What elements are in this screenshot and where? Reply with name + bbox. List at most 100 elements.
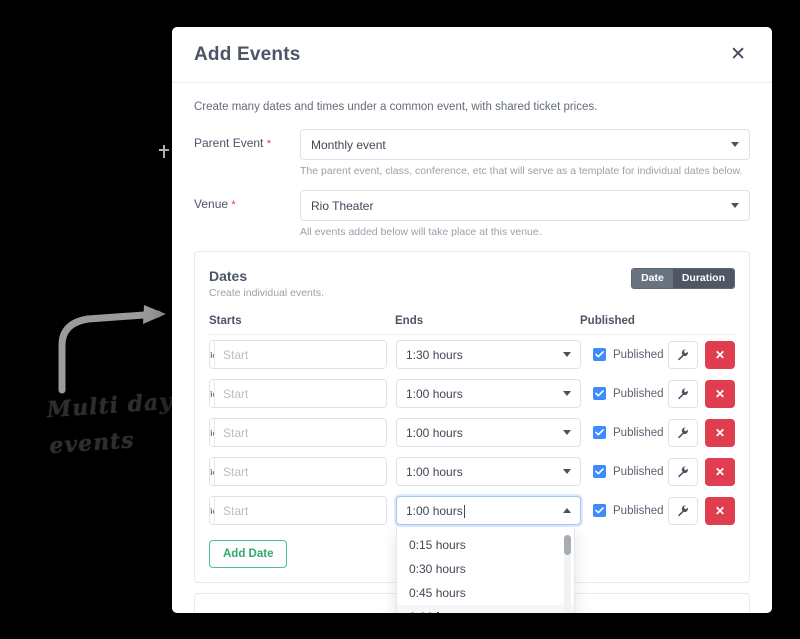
- table-row: Pacific Ti... 1:00 hours: [209, 491, 735, 613]
- dropdown-scrollbar[interactable]: [564, 535, 571, 613]
- start-field-group: Pacific Ti...: [209, 379, 387, 408]
- published-checkbox[interactable]: [593, 348, 606, 361]
- duration-value: 1:00 hours: [406, 386, 463, 401]
- parent-event-help: The parent event, class, conference, etc…: [300, 165, 743, 177]
- wrench-icon[interactable]: [668, 418, 698, 447]
- calendar-icon[interactable]: [386, 341, 387, 368]
- column-header-starts: Starts: [209, 315, 242, 327]
- start-input[interactable]: [215, 458, 386, 485]
- published-checkbox[interactable]: [593, 426, 606, 439]
- close-icon[interactable]: ✕: [726, 43, 750, 66]
- dates-table-header: Starts Ends Published: [209, 315, 735, 335]
- venue-help: All events added below will take place a…: [300, 226, 542, 238]
- chevron-down-icon: [731, 203, 739, 208]
- chevron-up-icon: [563, 508, 571, 513]
- duration-cell: 1:30 hours: [396, 340, 581, 369]
- column-header-published: Published: [580, 315, 635, 327]
- dropdown-scrollbar-thumb[interactable]: [564, 535, 571, 555]
- chevron-down-icon: [563, 391, 571, 396]
- delete-row-button[interactable]: ✕: [705, 340, 735, 369]
- duration-value: 1:00 hours: [406, 464, 463, 479]
- start-field-group: Pacific Ti...: [209, 418, 387, 447]
- parent-event-select[interactable]: Monthly event: [300, 129, 750, 160]
- published-label: Published: [613, 387, 664, 400]
- duration-dropdown-list[interactable]: 0:15 hours 0:30 hours 0:45 hours 1:00 ho…: [396, 527, 575, 613]
- published-label: Published: [613, 426, 664, 439]
- parent-event-control: Monthly event: [300, 129, 750, 160]
- published-checkbox[interactable]: [593, 504, 606, 517]
- published-label: Published: [613, 465, 664, 478]
- add-events-modal: Add Events ✕ Create many dates and times…: [172, 27, 772, 613]
- required-marker: *: [266, 138, 271, 150]
- duration-select[interactable]: 1:00 hours: [396, 457, 581, 486]
- chevron-down-icon: [563, 469, 571, 474]
- cursor-marker: [158, 145, 170, 159]
- duration-cell-open: 1:00 hours 0:15 hours 0:30 hours 0:45 ho…: [396, 496, 581, 613]
- delete-row-button[interactable]: ✕: [705, 379, 735, 408]
- calendar-icon[interactable]: [386, 497, 387, 524]
- published-checkbox[interactable]: [593, 387, 606, 400]
- wrench-icon[interactable]: [668, 457, 698, 486]
- published-cell: Published: [593, 465, 668, 478]
- row-actions: ✕: [668, 457, 735, 486]
- chevron-down-icon: [731, 142, 739, 147]
- table-row: Pacific Ti... 1:30 hours: [209, 335, 735, 374]
- duration-select[interactable]: 1:30 hours: [396, 340, 581, 369]
- toggle-option-date[interactable]: Date: [632, 269, 673, 288]
- duration-select-open[interactable]: 1:00 hours: [396, 496, 581, 525]
- venue-row: Venue * Rio Theater: [194, 190, 750, 221]
- calendar-icon[interactable]: [386, 380, 387, 407]
- modal-intro: Create many dates and times under a comm…: [194, 101, 598, 113]
- page-title: Add Events: [194, 43, 301, 65]
- start-input[interactable]: [215, 341, 386, 368]
- dropdown-option[interactable]: 0:30 hours: [397, 557, 574, 581]
- row-actions: ✕: [668, 418, 735, 447]
- delete-row-button[interactable]: ✕: [705, 496, 735, 525]
- venue-select[interactable]: Rio Theater: [300, 190, 750, 221]
- toggle-option-duration[interactable]: Duration: [672, 269, 734, 288]
- duration-value: 1:30 hours: [406, 347, 463, 362]
- published-checkbox[interactable]: [593, 465, 606, 478]
- row-actions: ✕: [668, 340, 735, 369]
- row-actions: ✕: [668, 379, 735, 408]
- published-cell: Published: [593, 387, 668, 400]
- published-cell: Published: [593, 504, 668, 517]
- start-field-group: Pacific Ti...: [209, 340, 387, 369]
- dropdown-option[interactable]: 0:15 hours: [397, 533, 574, 557]
- date-duration-toggle[interactable]: Date Duration: [631, 268, 735, 289]
- add-date-button[interactable]: Add Date: [209, 540, 288, 568]
- wrench-icon[interactable]: [668, 340, 698, 369]
- dates-card-header: Dates Create individual events. Date Dur…: [209, 268, 735, 299]
- dates-title: Dates: [209, 268, 248, 284]
- venue-control: Rio Theater: [300, 190, 750, 221]
- duration-select[interactable]: 1:00 hours: [396, 379, 581, 408]
- duration-select[interactable]: 1:00 hours: [396, 418, 581, 447]
- duration-cell: 1:00 hours: [396, 418, 581, 447]
- parent-event-row: Parent Event * Monthly event: [194, 129, 750, 160]
- wrench-icon[interactable]: [668, 379, 698, 408]
- dates-subtitle: Create individual events.: [209, 287, 324, 299]
- dropdown-option-selected[interactable]: 1:00 hours: [397, 605, 574, 613]
- start-field-group: Pacific Ti...: [209, 496, 387, 525]
- calendar-icon[interactable]: [386, 419, 387, 446]
- table-row: Pacific Ti... 1:00 hours: [209, 413, 735, 452]
- venue-label-text: Venue: [194, 197, 229, 211]
- venue-label: Venue *: [194, 190, 300, 211]
- calendar-icon[interactable]: [386, 458, 387, 485]
- delete-row-button[interactable]: ✕: [705, 457, 735, 486]
- table-row: Pacific Ti... 1:00 hours: [209, 452, 735, 491]
- start-input[interactable]: [215, 497, 386, 524]
- dropdown-option[interactable]: 0:45 hours: [397, 581, 574, 605]
- dates-table: Starts Ends Published Pacific Ti...: [209, 315, 735, 613]
- start-input[interactable]: [215, 380, 386, 407]
- delete-row-button[interactable]: ✕: [705, 418, 735, 447]
- table-row: Pacific Ti... 1:00 hours: [209, 374, 735, 413]
- published-label: Published: [613, 348, 664, 361]
- start-input[interactable]: [215, 419, 386, 446]
- modal-body: Create many dates and times under a comm…: [172, 83, 772, 613]
- published-cell: Published: [593, 348, 668, 361]
- chevron-down-icon: [563, 430, 571, 435]
- wrench-icon[interactable]: [668, 496, 698, 525]
- column-header-ends: Ends: [395, 315, 424, 327]
- duration-value: 1:00 hours: [406, 503, 465, 518]
